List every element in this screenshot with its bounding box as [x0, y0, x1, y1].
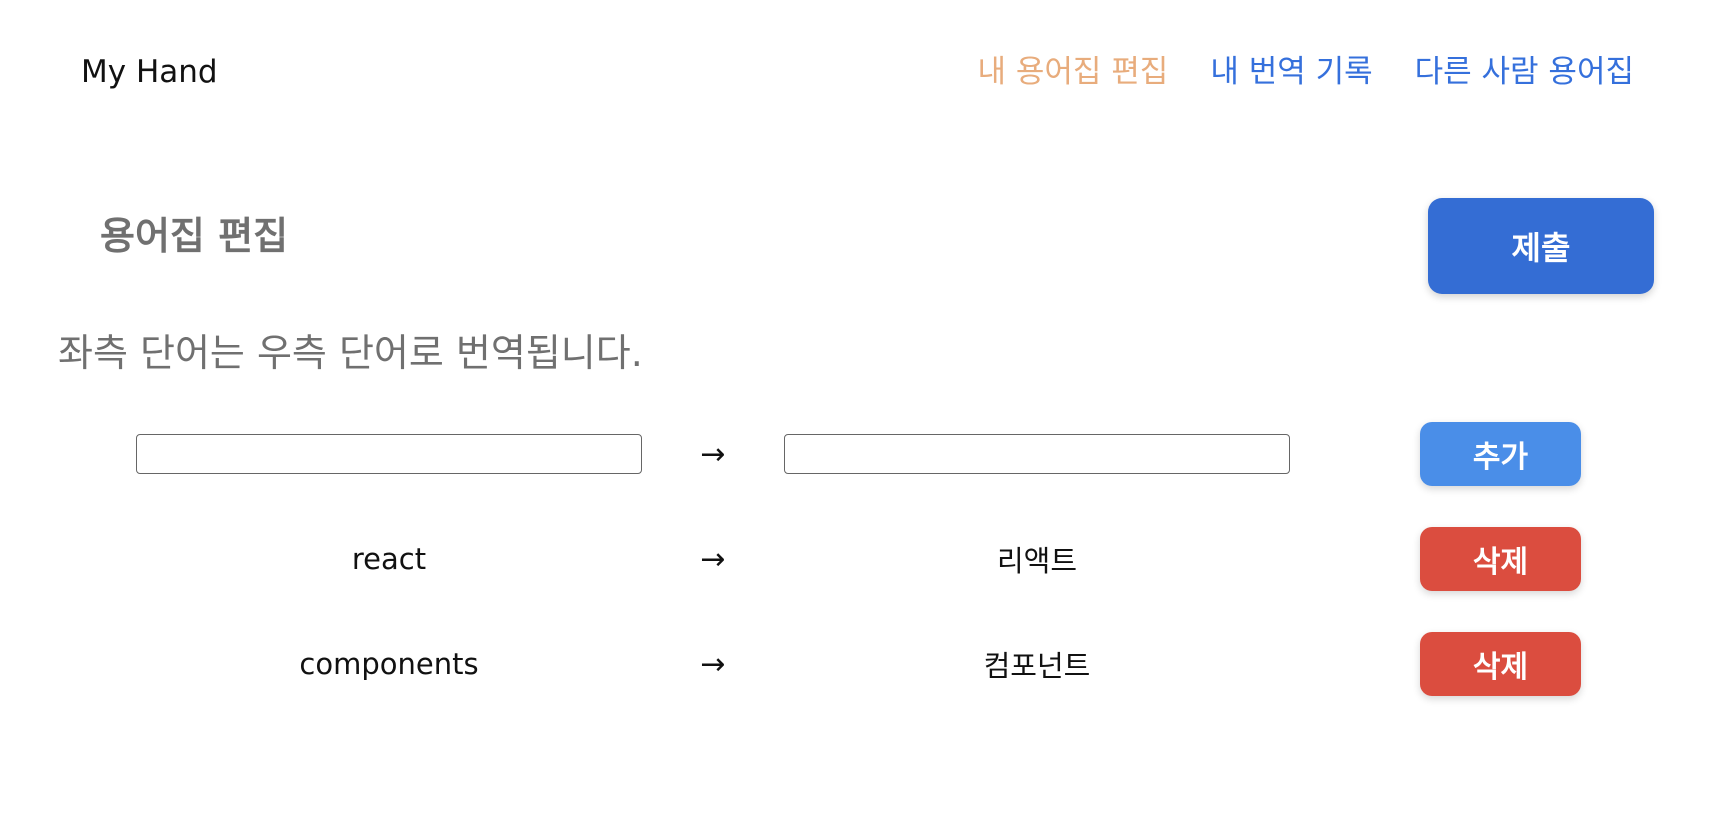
page: My Hand 내 용어집 편집 내 번역 기록 다른 사람 용어집 용어집 편…	[0, 0, 1710, 834]
arrow-icon: →	[700, 646, 726, 682]
submit-button[interactable]: 제출	[1428, 198, 1654, 294]
source-word: components	[299, 647, 479, 681]
description-text: 좌측 단어는 우측 단어로 번역됩니다.	[58, 331, 643, 375]
arrow-icon: →	[700, 436, 726, 472]
nav-link-edit-glossary[interactable]: 내 용어집 편집	[978, 52, 1169, 92]
page-title: 용어집 편집	[100, 214, 289, 258]
new-entry-row: → 추가	[0, 422, 1710, 486]
target-word: 리액트	[996, 544, 1078, 578]
add-button[interactable]: 추가	[1420, 422, 1581, 486]
glossary-row: components → 컴포넌트 삭제	[0, 632, 1710, 696]
top-nav: 내 용어집 편집 내 번역 기록 다른 사람 용어집	[978, 52, 1635, 92]
nav-link-other-glossaries[interactable]: 다른 사람 용어집	[1415, 52, 1634, 92]
source-input-cell	[135, 422, 643, 486]
app-logo[interactable]: My Hand	[81, 52, 218, 92]
source-word-input[interactable]	[136, 434, 642, 474]
target-word-input[interactable]	[784, 434, 1290, 474]
glossary-row: react → 리액트 삭제	[0, 527, 1710, 591]
delete-button[interactable]: 삭제	[1420, 632, 1581, 696]
target-word: 컴포넌트	[983, 649, 1091, 683]
target-input-cell	[782, 422, 1292, 486]
source-word: react	[351, 542, 427, 576]
delete-button[interactable]: 삭제	[1420, 527, 1581, 591]
nav-link-translation-history[interactable]: 내 번역 기록	[1210, 52, 1372, 92]
arrow-icon: →	[700, 541, 726, 577]
